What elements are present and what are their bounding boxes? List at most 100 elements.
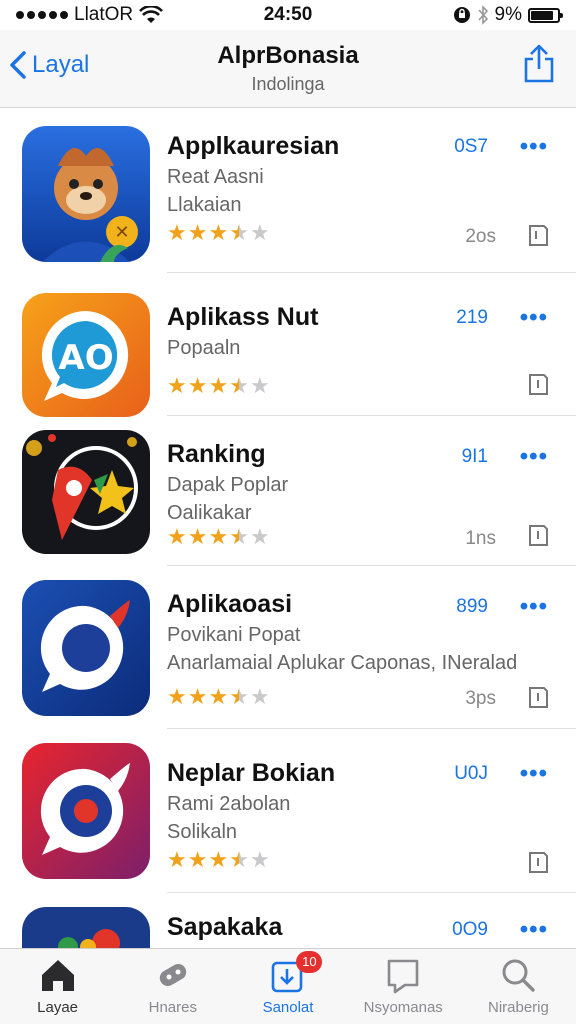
price-label[interactable]: 0S7	[454, 136, 488, 158]
tab-niraberig[interactable]: Niraberig	[461, 949, 576, 1024]
chevron-left-icon	[10, 51, 26, 79]
app-name: Neplar Bokian	[167, 759, 336, 787]
app-icon-bubble-blue[interactable]	[22, 580, 150, 716]
download-icon[interactable]	[526, 522, 550, 548]
app-subtitle: Popaaln	[167, 337, 241, 359]
app-icon-chat[interactable]: AO	[22, 293, 150, 417]
more-icon[interactable]: •••	[520, 135, 548, 159]
more-icon[interactable]: •••	[520, 762, 548, 786]
list-item[interactable]: Ranking Dapak Poplar Oalikakar ★ ★ ★ ★ ★ 9I1…	[0, 416, 576, 566]
star-icon: ★	[167, 220, 187, 245]
star-icon: ★	[229, 524, 249, 549]
app-category: Oalikakar	[167, 502, 252, 524]
app-size: 3ps	[465, 688, 496, 709]
list-item[interactable]: AO Aplikass Nut Popaaln ★ ★ ★ ★ ★ 219 •••	[0, 273, 576, 417]
tab-label: Nsyomanas	[363, 999, 443, 1016]
app-icon-partial[interactable]	[22, 907, 150, 948]
star-icon: ★	[187, 847, 208, 872]
star-icon: ★	[167, 524, 187, 549]
battery-percent: 9%	[494, 4, 522, 25]
star-icon: ★	[208, 373, 229, 398]
tab-label: Layae	[37, 999, 79, 1016]
star-icon: ★	[249, 847, 270, 872]
battery-level	[531, 10, 554, 20]
star-icon: ★	[187, 524, 208, 549]
carrier-label: LlatOR	[74, 4, 134, 25]
app-name: Ranking	[167, 440, 266, 468]
share-icon[interactable]	[522, 44, 556, 84]
status-left: LlatOR	[16, 4, 164, 26]
chat-bubble-icon	[22, 743, 150, 879]
list-item[interactable]: Sapakaka 0O9 •••	[0, 893, 576, 948]
price-label[interactable]: 219	[456, 307, 488, 329]
list-item[interactable]: ✕ Applkauresian Reat Aasni Llakaian ★ ★ ★ ★…	[0, 108, 576, 273]
price-label[interactable]: U0J	[454, 763, 488, 785]
price-label[interactable]: 0O9	[452, 919, 488, 941]
more-icon[interactable]: •••	[520, 918, 548, 942]
more-icon[interactable]: •••	[520, 445, 548, 469]
tab-hnares[interactable]: Hnares	[115, 949, 230, 1024]
app-icon-bubble-red[interactable]	[22, 743, 150, 879]
app-name: Sapakaka	[167, 913, 283, 941]
app-name: Aplikass Nut	[167, 303, 319, 331]
star-icon: ★	[229, 220, 249, 245]
tab-label: Niraberig	[487, 999, 549, 1016]
app-icon-ranking[interactable]	[22, 430, 150, 554]
star-icon: ★	[208, 847, 229, 872]
app-subtitle: Rami 2abolan	[167, 793, 291, 815]
download-icon[interactable]	[526, 222, 550, 248]
app-size: 2os	[465, 226, 496, 247]
list-item[interactable]: Neplar Bokian Rami 2abolan Solikaln ★ ★ ★ ★…	[0, 729, 576, 893]
star-icon: ★	[208, 524, 229, 549]
star-icon: ★	[229, 684, 249, 709]
app-subtitle: Dapak Poplar	[167, 474, 289, 496]
list-item[interactable]: Aplikaoasi Povikani Popat Anarlamaial Ap…	[0, 566, 576, 729]
tab-label: Hnares	[148, 999, 197, 1016]
app-name: Aplikaoasi	[167, 590, 293, 618]
tab-sanolat[interactable]: 10 Sanolat	[230, 949, 345, 1024]
updates-badge: 10	[296, 951, 323, 973]
star-icon: ★	[187, 373, 208, 398]
status-bar: LlatOR 24:50 9%	[0, 0, 576, 30]
tab-label: Sanolat	[262, 999, 314, 1016]
download-icon[interactable]	[526, 849, 550, 875]
app-icon-graphic	[22, 907, 150, 948]
app-name: Applkauresian	[167, 132, 340, 160]
tab-layae[interactable]: Layae	[0, 949, 115, 1024]
star-icon: ★	[187, 684, 208, 709]
back-button[interactable]: Layal	[8, 50, 89, 80]
bluetooth-icon	[477, 5, 488, 25]
rating-stars: ★ ★ ★ ★ ★	[167, 375, 270, 397]
more-icon[interactable]: •••	[520, 595, 548, 619]
page-title: AlprBonasia	[217, 42, 359, 69]
battery-icon	[528, 7, 563, 23]
lock-rotation-icon	[453, 7, 470, 23]
tab-nsyomanas[interactable]: Nsyomanas	[346, 949, 461, 1024]
svg-text:✕: ✕	[114, 222, 129, 243]
apps-icon	[387, 959, 419, 994]
rating-stars: ★ ★ ★ ★ ★	[167, 849, 270, 871]
navigation-bar: Layal AlprBonasia Indolinga	[0, 30, 576, 108]
star-icon: ★	[208, 684, 229, 709]
price-label[interactable]: 9I1	[462, 446, 488, 468]
app-subtitle: Reat Aasni	[167, 166, 264, 188]
download-icon[interactable]	[526, 684, 550, 710]
more-icon[interactable]: •••	[520, 306, 548, 330]
app-category: Llakaian	[167, 194, 242, 216]
wifi-icon	[139, 6, 164, 23]
price-label[interactable]: 899	[456, 596, 488, 618]
chat-bubble-icon: AO	[22, 293, 150, 417]
games-icon	[159, 964, 186, 986]
back-label: Layal	[32, 51, 90, 78]
tab-bar: Layae Hnares 10 Sanolat Nsyomanas Nirabe…	[0, 948, 576, 1024]
star-icon: ★	[167, 847, 187, 872]
star-icon: ★	[249, 220, 270, 245]
app-icon-mascot[interactable]: ✕	[22, 126, 150, 262]
star-icon: ★	[249, 373, 270, 398]
chat-bubble-icon	[22, 580, 150, 716]
star-icon: ★	[249, 524, 270, 549]
signal-icon	[16, 11, 68, 19]
app-category: Solikaln	[167, 821, 238, 843]
download-icon[interactable]	[526, 371, 550, 397]
home-icon	[41, 960, 74, 991]
